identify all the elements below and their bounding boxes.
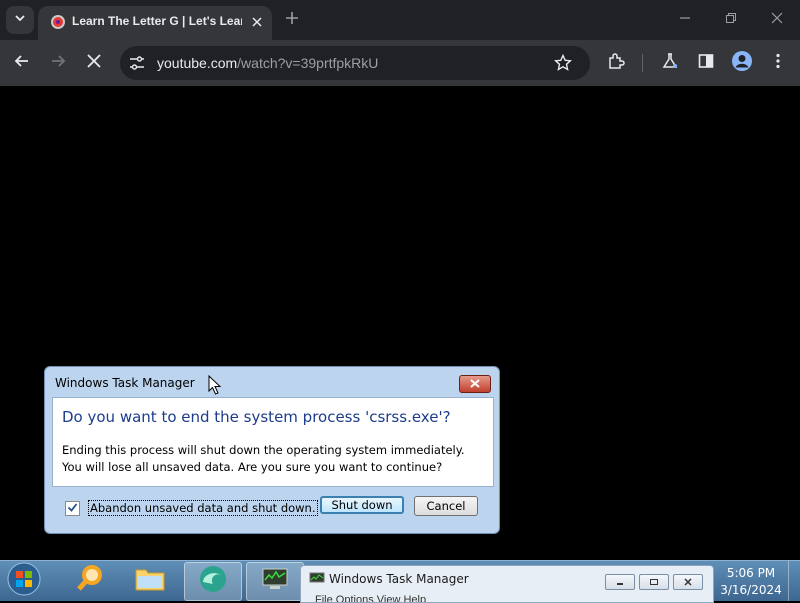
browser-app-icon [198, 564, 228, 599]
side-panel-icon [698, 53, 714, 74]
tab-search-button[interactable] [6, 6, 34, 34]
close-icon [470, 375, 480, 393]
mouse-cursor-icon [208, 374, 222, 400]
start-button[interactable] [4, 562, 44, 600]
flask-icon [661, 52, 679, 75]
taskbar-browser[interactable] [184, 562, 242, 601]
youtube-favicon-icon [50, 14, 66, 30]
system-clock[interactable]: 5:06 PM 3/16/2024 [716, 565, 786, 599]
avatar-icon [731, 50, 753, 77]
browser-tab[interactable]: Learn The Letter G | Let's Learn [38, 6, 272, 40]
preview-close-button[interactable] [673, 574, 703, 590]
url-path: /watch?v=39prtfpkRkU [237, 55, 379, 71]
puzzle-icon [607, 52, 625, 75]
plus-icon [285, 11, 299, 30]
labs-button[interactable] [656, 49, 684, 77]
show-desktop-button[interactable] [788, 561, 800, 601]
task-manager-window-menu: File Options View Help [315, 594, 427, 603]
close-icon [771, 11, 783, 29]
windows-orb-icon [7, 562, 41, 601]
dialog-heading: Do you want to end the system process 'c… [62, 408, 451, 426]
dialog-title: Windows Task Manager [55, 376, 195, 390]
tab-title: Learn The Letter G | Let's Learn [72, 14, 242, 28]
minimize-button[interactable] [662, 6, 708, 34]
url-host: youtube.com [157, 55, 238, 71]
abandon-data-checkbox[interactable] [65, 501, 80, 516]
dialog-footer: Abandon unsaved data and shut down. Shut… [52, 487, 492, 527]
taskbar: Windows Task Manager File Options View H… [0, 560, 800, 603]
task-manager-small-icon [309, 572, 325, 591]
tab-strip: Learn The Letter G | Let's Learn [0, 0, 800, 40]
restore-button[interactable] [708, 6, 754, 34]
close-icon [683, 573, 693, 591]
restore-icon [649, 573, 659, 591]
task-manager-window-preview[interactable]: Windows Task Manager File Options View H… [300, 565, 714, 603]
bookmark-star-icon[interactable] [553, 53, 573, 72]
tab-close-icon[interactable] [248, 13, 266, 31]
menu-button[interactable] [764, 49, 792, 77]
toolbar-separator [642, 54, 643, 72]
preview-restore-button[interactable] [639, 574, 669, 590]
checkbox-label[interactable]: Abandon unsaved data and shut down. [88, 500, 318, 516]
restore-icon [725, 11, 737, 29]
browser-toolbar: youtube.com/watch?v=39prtfpkRkU [0, 40, 800, 86]
minimize-icon [679, 11, 691, 29]
clock-date: 3/16/2024 [720, 583, 782, 597]
preview-minimize-button[interactable] [605, 574, 635, 590]
clock-time: 5:06 PM [726, 566, 776, 580]
more-vertical-icon [775, 53, 781, 74]
dialog-message: Ending this process will shut down the o… [62, 443, 465, 474]
stop-loading-button[interactable] [80, 49, 108, 77]
close-window-button[interactable] [754, 6, 800, 34]
dialog-close-button[interactable] [459, 375, 491, 393]
taskbar-explorer[interactable] [122, 562, 178, 599]
profile-button[interactable] [728, 49, 756, 77]
shut-down-button[interactable]: Shut down [320, 496, 404, 514]
site-settings-icon[interactable] [128, 54, 146, 72]
minimize-icon [615, 573, 625, 591]
magnifier-icon [75, 563, 105, 598]
folder-icon [134, 564, 166, 597]
arrow-left-icon [14, 53, 30, 74]
task-manager-window-title: Windows Task Manager [329, 572, 469, 586]
forward-button[interactable] [44, 49, 72, 77]
dialog-body: Do you want to end the system process 'c… [52, 397, 494, 487]
extensions-button[interactable] [602, 49, 630, 77]
chevron-down-icon [14, 11, 26, 29]
url-text: youtube.com/watch?v=39prtfpkRkU [157, 55, 378, 71]
cancel-button[interactable]: Cancel [414, 496, 478, 516]
task-manager-icon [260, 566, 290, 597]
checkmark-icon [67, 500, 78, 518]
taskbar-search-app[interactable] [62, 562, 118, 599]
address-bar[interactable]: youtube.com/watch?v=39prtfpkRkU [120, 46, 590, 80]
side-panel-button[interactable] [692, 49, 720, 77]
taskbar-task-manager[interactable] [246, 562, 304, 601]
arrow-right-icon [50, 53, 66, 74]
new-tab-button[interactable] [282, 10, 302, 30]
end-process-dialog: Windows Task Manager Do you want to end … [44, 366, 500, 534]
back-button[interactable] [8, 49, 36, 77]
close-icon [87, 53, 101, 73]
